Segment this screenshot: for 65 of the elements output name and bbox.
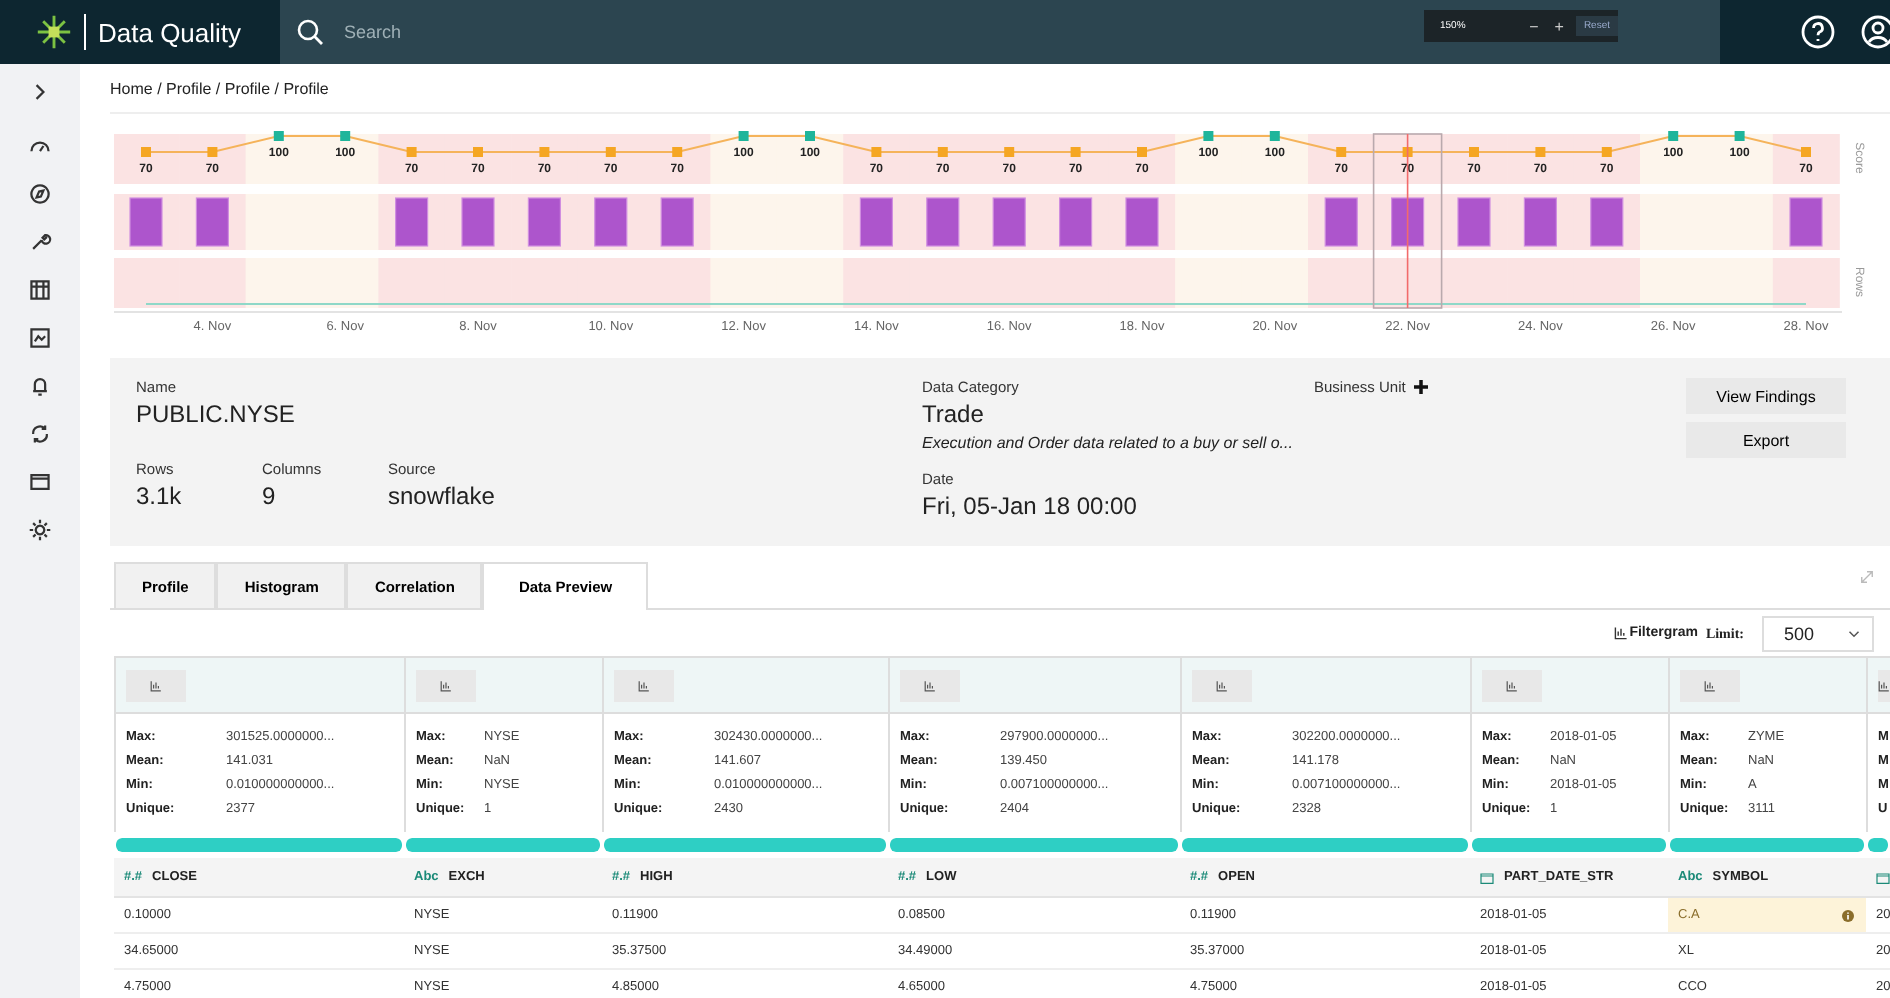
field-value: Fri, 05-Jan 18 00:00 <box>922 492 1139 520</box>
bar-chart-icon <box>440 679 452 691</box>
bar-chart-icon <box>1216 679 1228 691</box>
search-icon[interactable] <box>296 18 324 46</box>
histogram-button[interactable] <box>1878 669 1890 701</box>
chevron-icon <box>1848 629 1860 637</box>
score-point <box>937 147 948 157</box>
bar-chart-icon <box>924 679 936 691</box>
score-point <box>473 147 483 157</box>
logo-icon <box>36 14 86 50</box>
score-point <box>141 147 151 157</box>
breadcrumb: Home / Profile / Profile / Profile <box>110 64 1890 114</box>
refresh-icon[interactable] <box>28 420 52 448</box>
bar-chart-icon <box>150 679 162 691</box>
score-point <box>273 131 284 141</box>
help-icon[interactable] <box>1800 14 1836 50</box>
app-title: Data Quality <box>98 17 242 47</box>
score-point <box>738 131 749 141</box>
action-button[interactable]: View Findings <box>1686 378 1846 414</box>
limit-select[interactable]: 500 <box>1762 615 1874 651</box>
score-point <box>1535 147 1546 157</box>
calendar-icon <box>1480 871 1494 883</box>
description: Execution and Order data related to a buy or sell o... <box>922 434 1295 452</box>
score-point <box>1203 131 1214 141</box>
score-point <box>1668 131 1679 141</box>
zoom-out-button[interactable]: − <box>1525 17 1543 35</box>
score-point <box>207 147 218 157</box>
score-point <box>1601 147 1612 157</box>
score-point <box>1402 147 1413 157</box>
field-value: snowflake <box>388 482 495 510</box>
bar-chart-icon <box>1506 679 1518 691</box>
search-field[interactable]: Search <box>340 20 748 44</box>
dataset-name: PUBLIC.NYSE <box>136 400 297 428</box>
compass-icon[interactable] <box>28 180 52 208</box>
score-point <box>805 131 815 141</box>
score-point <box>1137 147 1147 157</box>
bar-chart-icon <box>638 679 650 691</box>
field-value: Trade <box>922 400 986 428</box>
score-point <box>539 147 550 157</box>
score-point <box>605 147 616 157</box>
bar-chart-icon <box>1704 679 1716 691</box>
info-icon[interactable] <box>1842 909 1854 921</box>
window-icon[interactable] <box>28 468 52 496</box>
user-icon[interactable] <box>1860 14 1890 50</box>
score-point <box>1469 147 1479 157</box>
score-point <box>1070 147 1081 157</box>
score-point <box>672 147 683 157</box>
score-point <box>1801 147 1811 157</box>
field-value: 3.1k <box>136 482 184 510</box>
bar-chart-icon <box>1878 679 1890 691</box>
grid-icon[interactable] <box>28 276 52 304</box>
bell-icon[interactable] <box>28 372 52 400</box>
score-point <box>1004 147 1015 157</box>
score-point <box>340 131 351 141</box>
score-point <box>1269 131 1280 141</box>
score-point <box>406 147 417 157</box>
chart-icon <box>1613 626 1628 640</box>
field-value: 9 <box>262 482 278 510</box>
score-point <box>1734 131 1745 141</box>
score-point <box>871 147 882 157</box>
action-button[interactable]: Export <box>1686 422 1846 458</box>
calendar-icon <box>1876 871 1890 883</box>
score-point <box>1336 147 1347 157</box>
add-icon[interactable] <box>1413 380 1428 394</box>
zoom-in-button[interactable]: + <box>1550 17 1568 35</box>
